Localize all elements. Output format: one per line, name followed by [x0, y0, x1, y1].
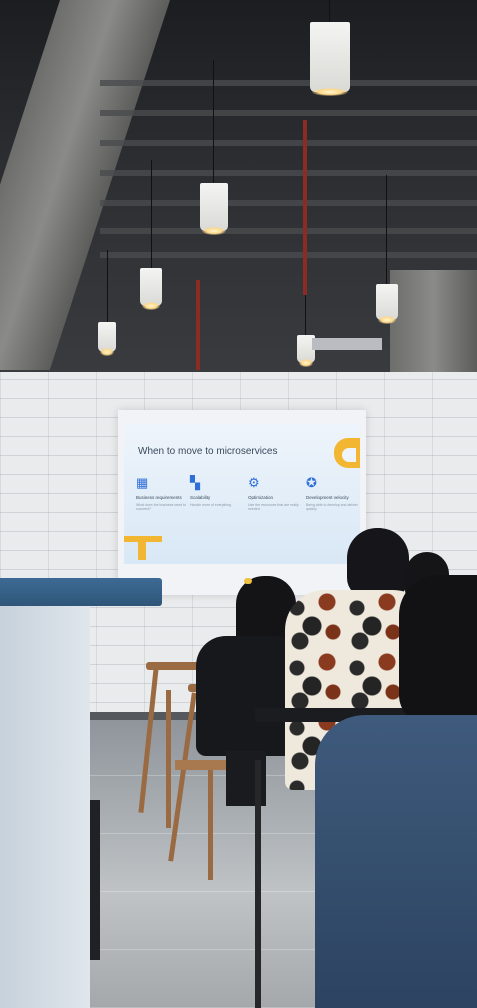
- lamp-cord: [329, 0, 330, 22]
- slide-item-label: Scalability: [190, 495, 211, 500]
- slide-item: ▚ Scalability Handle more of everything: [190, 475, 242, 508]
- red-pipe: [196, 280, 200, 370]
- yellow-shape: [138, 542, 146, 560]
- slide-item-label: Optimization: [248, 495, 274, 500]
- pendant-lamp: [376, 284, 398, 324]
- ceiling-slat: [100, 252, 477, 258]
- slide-item-desc: Handle more of everything: [190, 503, 232, 507]
- ceiling-slat: [100, 170, 477, 176]
- pendant-lamp: [98, 322, 116, 356]
- foreground-counter: [0, 578, 90, 1008]
- lamp-cord: [107, 250, 108, 322]
- pendant-lamp: [140, 268, 162, 310]
- counter-top: [0, 578, 162, 606]
- lamp-cord: [151, 160, 152, 270]
- photo-scene: When to move to microservices ▦ Business…: [0, 0, 477, 1008]
- red-pipe: [303, 120, 307, 295]
- counter-stool-leg: [90, 800, 100, 960]
- ac-vent: [312, 338, 382, 350]
- yellow-shape-cutout: [342, 448, 356, 462]
- ceiling-slat: [100, 200, 477, 206]
- slide-item: ✪ Development velocity Being able to dev…: [306, 475, 358, 512]
- slide-item-desc: Being able to develop and deliver quickl…: [306, 503, 358, 511]
- slide-title: When to move to microservices: [138, 446, 278, 457]
- slide-item-desc: What does the business need to succeed?: [136, 503, 187, 511]
- slide-item-desc: Use the resources that are really needed: [248, 503, 299, 511]
- slide-item-label: Business requirements: [136, 495, 182, 500]
- foreground-chair-leg: [255, 760, 261, 1008]
- ceiling-slat: [100, 80, 477, 86]
- pendant-lamp: [310, 22, 350, 96]
- building-icon: ▦: [136, 475, 149, 490]
- ceiling-slat: [100, 110, 477, 116]
- foreground-person: [315, 575, 477, 1008]
- lamp-cord: [305, 295, 306, 335]
- gear-icon: ⚙: [248, 475, 260, 490]
- pendant-lamp: [200, 183, 228, 235]
- ceiling-slat: [100, 140, 477, 146]
- ceiling-slat: [100, 228, 477, 234]
- slide-item: ▦ Business requirements What does the bu…: [136, 475, 188, 512]
- chair-leg: [166, 690, 171, 828]
- lamp-cord: [386, 175, 387, 285]
- lamp-cord: [213, 60, 214, 185]
- star-icon: ✪: [306, 475, 317, 490]
- slide-item: ⚙ Optimization Use the resources that ar…: [248, 475, 300, 512]
- grid-icon: ▚: [190, 475, 200, 490]
- ceiling-beam-right: [390, 270, 477, 380]
- slide-item-label: Development velocity: [306, 495, 349, 500]
